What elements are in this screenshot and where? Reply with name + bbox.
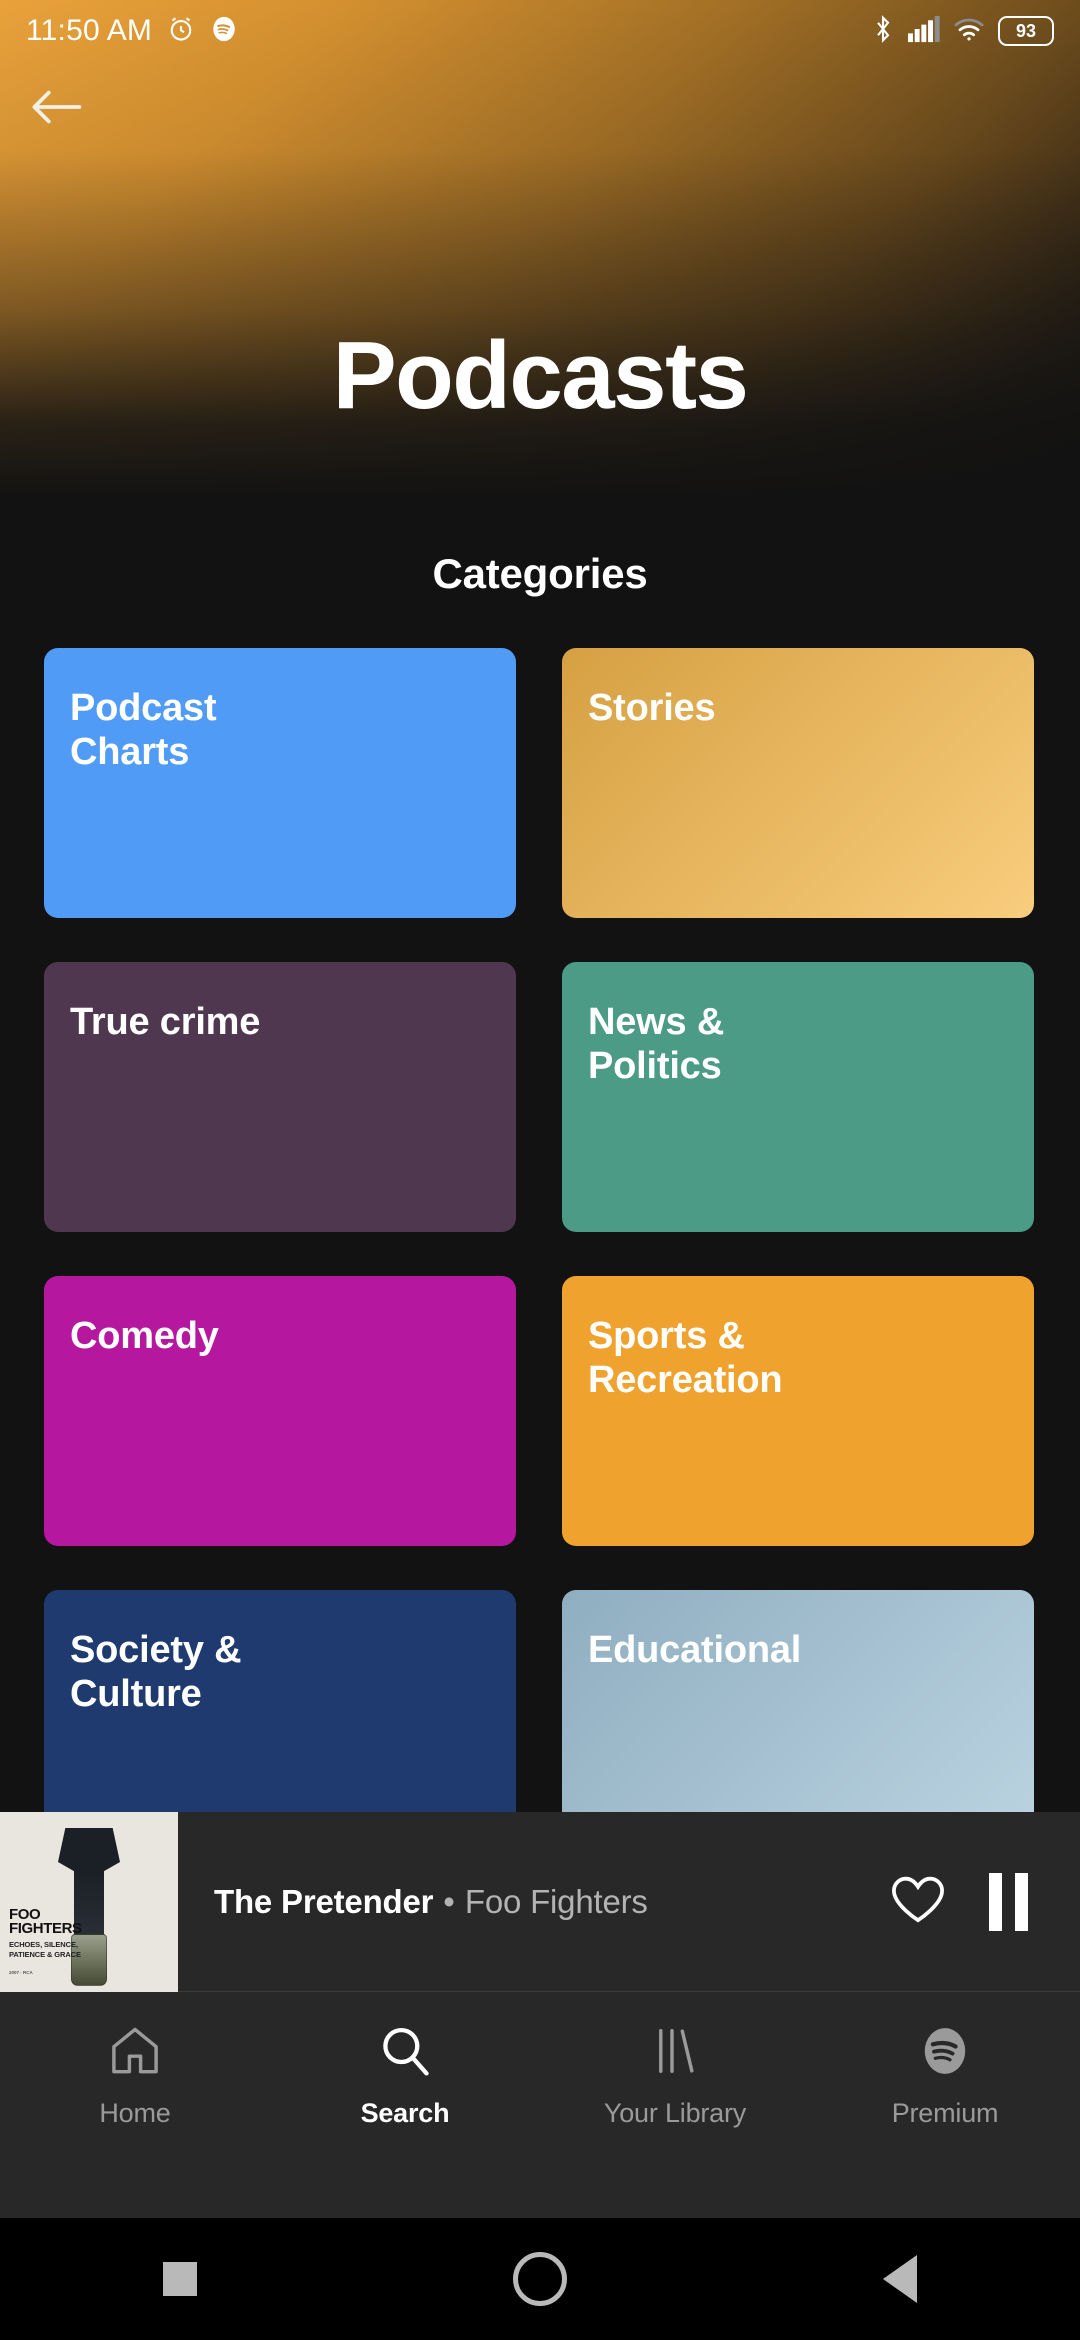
album-art[interactable]: FOO FIGHTERS ECHOES, SILENCE, PATIENCE &…: [0, 1811, 178, 1992]
category-tile[interactable]: Comedy: [44, 1276, 516, 1546]
pause-icon[interactable]: [989, 1872, 1028, 1931]
cellular-signal-icon: [908, 15, 940, 48]
heart-outline-icon[interactable]: [889, 1872, 947, 1931]
now-playing-controls: [889, 1872, 1080, 1931]
wifi-icon: [953, 15, 985, 48]
now-playing-artist: Foo Fighters: [464, 1882, 648, 1920]
categories-heading: Categories: [432, 550, 648, 597]
status-bar-clock: 11:50 AM: [26, 14, 153, 47]
status-bar: 11:50 AM 93: [0, 0, 1080, 62]
category-tile-label: Society & Culture: [70, 1629, 242, 1716]
now-playing-track: The Pretender: [214, 1882, 434, 1920]
nav-item-home[interactable]: Home: [0, 1992, 270, 2129]
recents-button[interactable]: [105, 2218, 255, 2340]
now-playing-text[interactable]: The Pretender • Foo Fighters: [178, 1883, 889, 1921]
bottom-navigation-bar: Home Search Your Library Premium: [0, 1992, 1080, 2218]
category-tile-label: Stories: [588, 687, 716, 729]
square-recents-icon: [163, 2262, 197, 2296]
android-system-navigation: [0, 2218, 1080, 2340]
now-playing-bar[interactable]: FOO FIGHTERS ECHOES, SILENCE, PATIENCE &…: [0, 1811, 1080, 1992]
battery-indicator: 93: [998, 16, 1054, 46]
category-tile[interactable]: News & Politics: [562, 962, 1034, 1232]
category-tile[interactable]: Stories: [562, 648, 1034, 918]
library-icon: [647, 2020, 703, 2082]
album-art-tiny-text: 2007 · RCA: [9, 1969, 33, 1975]
alarm-clock-icon: [166, 14, 196, 49]
categories-grid: Podcast Charts Stories True crime News & Po…: [0, 648, 1080, 1860]
category-tile[interactable]: True crime: [44, 962, 516, 1232]
category-tile-label: Comedy: [70, 1315, 219, 1357]
nav-item-premium[interactable]: Premium: [810, 1992, 1080, 2129]
nav-item-label: Premium: [891, 2098, 999, 2128]
status-bar-left: 11:50 AM: [26, 14, 238, 49]
category-tile[interactable]: Podcast Charts: [44, 648, 516, 918]
nav-item-your-library[interactable]: Your Library: [540, 1992, 810, 2129]
category-tile-label: News & Politics: [588, 1001, 725, 1088]
back-arrow-icon: [29, 87, 83, 132]
category-tile[interactable]: Sports & Recreation: [562, 1276, 1034, 1546]
category-tile-label: True crime: [70, 1001, 261, 1043]
search-icon: [377, 2020, 433, 2082]
circle-home-icon: [513, 2252, 567, 2306]
now-playing-separator: •: [443, 1882, 455, 1920]
page-title: Podcasts: [332, 322, 749, 429]
spotify-podcasts-screen: 11:50 AM 93 Podcasts Categories Podcast …: [0, 0, 1080, 2340]
category-tile-label: Podcast Charts: [70, 687, 217, 774]
nav-item-label: Home: [99, 2098, 171, 2128]
nav-item-label: Search: [360, 2098, 450, 2128]
nav-item-search[interactable]: Search: [270, 1992, 540, 2129]
category-tile-label: Sports & Recreation: [588, 1315, 783, 1402]
category-tile-label: Educational: [588, 1629, 802, 1671]
album-art-album-text: ECHOES, SILENCE, PATIENCE & GRACE: [9, 1939, 81, 1959]
spotify-icon: [210, 15, 238, 48]
spotify-logo-icon: [917, 2020, 973, 2082]
home-button[interactable]: [465, 2218, 615, 2340]
system-back-button[interactable]: [825, 2218, 975, 2340]
status-bar-right: 93: [871, 14, 1054, 49]
back-button[interactable]: [20, 78, 92, 140]
album-art-graphic-head: [58, 1827, 120, 1876]
triangle-back-icon: [883, 2255, 917, 2303]
scroll-content: Categories Podcast Charts Stories True cri…: [0, 460, 1080, 1880]
bluetooth-icon: [871, 14, 895, 49]
home-icon: [107, 2020, 163, 2082]
nav-item-label: Your Library: [603, 2098, 747, 2128]
album-art-artist-text: FOO FIGHTERS: [9, 1905, 82, 1937]
